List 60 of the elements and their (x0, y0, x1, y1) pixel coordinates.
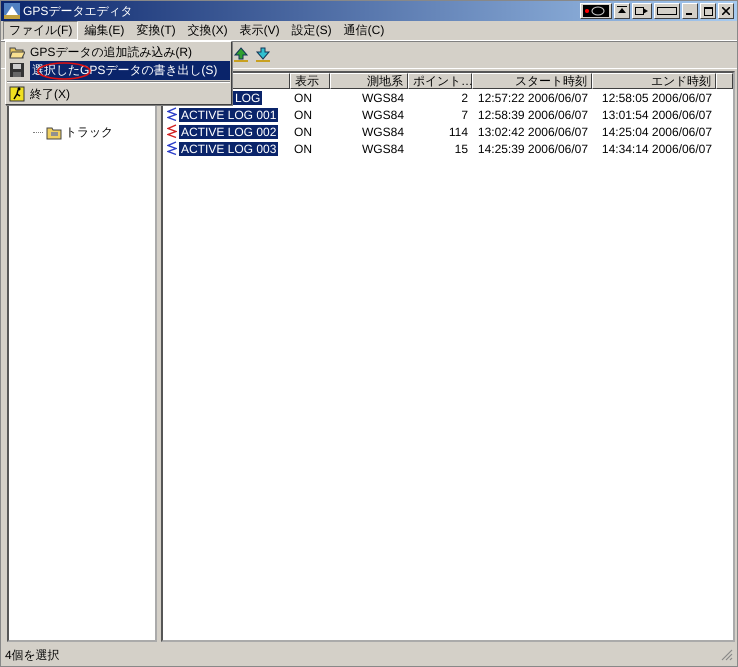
extra-title-button[interactable] (580, 3, 612, 19)
table-cell-text: 15 (454, 142, 469, 156)
app-icon (4, 3, 20, 19)
menu-entry[interactable]: 終了(X) (7, 85, 230, 103)
track-name[interactable]: ACTIVE LOG 001 (179, 108, 278, 122)
column-header[interactable]: 表示 (290, 73, 330, 89)
export-icon (635, 6, 649, 16)
maximize-icon (704, 6, 712, 16)
table-cell-text: ON (293, 142, 313, 156)
menu-item[interactable]: 表示(V) (234, 21, 286, 40)
resize-grip-icon[interactable] (721, 649, 733, 661)
table-cell-text: 12:58:05 2006/06/07 (600, 90, 713, 104)
menu-item[interactable]: 編集(E) (78, 21, 130, 40)
upload-arrow-icon[interactable] (233, 47, 249, 63)
column-header[interactable]: スタート時刻 (472, 73, 592, 89)
table-cell-text: WGS84 (360, 108, 405, 122)
download-arrow-icon[interactable] (255, 47, 271, 63)
table-cell-text: 7 (460, 108, 469, 122)
track-name[interactable]: ACTIVE LOG 003 (179, 142, 278, 156)
maximize-button[interactable] (700, 3, 716, 19)
menu-item[interactable]: 通信(C) (338, 21, 390, 40)
table-cell-text: 14:34:14 2006/06/07 (600, 142, 713, 156)
table-cell-text: WGS84 (360, 142, 405, 156)
table-cell-text: WGS84 (360, 90, 405, 104)
table-cell-text: 114 (448, 124, 469, 138)
close-icon (722, 7, 730, 15)
running-person-icon (9, 86, 25, 102)
table-cell-text: ON (293, 108, 313, 122)
roll-up-icon (617, 6, 627, 16)
track-name[interactable]: LOG (233, 90, 262, 104)
menu-item[interactable]: 設定(S) (286, 21, 338, 40)
table-cell-text: 14:25:04 2006/06/07 (600, 124, 713, 138)
table-cell-text: 13:01:54 2006/06/07 (600, 108, 713, 122)
table-cell-text: WGS84 (360, 124, 405, 138)
window-title: GPSデータエディタ (23, 2, 132, 20)
track-name[interactable]: ACTIVE LOG 002 (179, 124, 278, 138)
roll-up-button[interactable] (614, 3, 630, 19)
width-button[interactable] (654, 3, 680, 19)
tree-item[interactable]: トラック (65, 124, 113, 140)
table-cell-text: ON (293, 124, 313, 138)
table-cell-text: 12:57:22 2006/06/07 (476, 90, 589, 104)
table-cell-text: 14:25:39 2006/06/07 (476, 142, 589, 156)
column-header[interactable] (716, 73, 733, 89)
rectangle-icon (657, 6, 677, 16)
eye-icon (583, 5, 609, 17)
column-header[interactable]: エンド時刻 (592, 73, 716, 89)
table-cell-text: 2 (460, 90, 469, 104)
send-button[interactable] (632, 3, 652, 19)
menu-item[interactable]: 変換(T) (130, 21, 182, 40)
column-header[interactable]: 測地系 (330, 73, 408, 89)
menu-entry[interactable]: GPSデータの追加読み込み(R) (7, 43, 230, 61)
table-cell-text: ON (293, 90, 313, 104)
menu-item[interactable]: 交換(X) (182, 21, 234, 40)
close-button[interactable] (718, 3, 734, 19)
table-cell-text: 12:58:39 2006/06/07 (476, 108, 589, 122)
column-header[interactable]: ポイント… (408, 73, 472, 89)
menu-item[interactable]: ファイル(F) (3, 21, 78, 40)
status-text: 4個を選択 (5, 646, 60, 664)
minimize-button[interactable] (682, 3, 698, 19)
table-cell-text: 13:02:42 2006/06/07 (476, 124, 589, 138)
